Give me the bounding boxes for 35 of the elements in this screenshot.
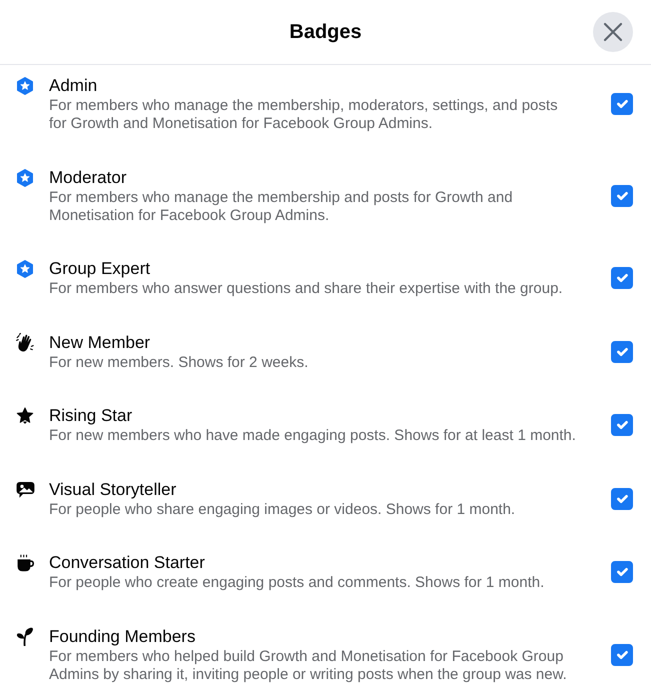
badge-checkbox[interactable] <box>611 488 633 510</box>
coffee-cup-icon <box>16 554 34 572</box>
badge-description: For people who create engaging posts and comments. Shows for 1 month. <box>49 574 546 592</box>
badge-name: Moderator <box>49 166 128 188</box>
image-speech-bubble-icon <box>16 480 35 498</box>
badge-name: Admin <box>49 75 98 97</box>
badge-description: For people who share engaging images or videos. Shows for 1 month. <box>49 500 516 518</box>
badge-description: For members who manage the membership, moderators, settings, and posts for Growth and Monetisation for Facebook Group Admins. <box>49 97 559 133</box>
badge-description: For new members who have made engaging posts. Shows for at least 1 month. <box>49 427 577 445</box>
badge-name: Conversation Starter <box>49 552 206 574</box>
badge-description: For members who helped build Growth and Monetisation for Facebook Group Admins by sharing it, inviting people or writing posts when the group was new. <box>49 648 568 684</box>
badge-checkbox[interactable] <box>611 267 633 289</box>
close-button[interactable] <box>593 12 633 52</box>
close-icon <box>603 22 623 42</box>
badge-name: Visual Storyteller <box>49 478 178 500</box>
star-icon <box>16 406 34 426</box>
waving-hand-icon <box>16 333 35 352</box>
badge-checkbox[interactable] <box>611 184 633 206</box>
hexagon-star-icon <box>16 77 34 95</box>
badge-description: For members who answer questions and share their expertise with the group. <box>49 280 564 298</box>
badge-checkbox[interactable] <box>611 414 633 436</box>
hexagon-star-icon <box>16 260 34 278</box>
badge-description: For new members. Shows for 2 weeks. <box>49 354 310 372</box>
badge-checkbox[interactable] <box>611 93 633 115</box>
badge-checkbox[interactable] <box>611 561 633 583</box>
dialog-title: Badges <box>289 20 362 44</box>
sprout-icon <box>16 627 34 646</box>
badge-name: Group Expert <box>49 258 152 280</box>
badge-checkbox[interactable] <box>611 644 633 666</box>
badge-description: For members who manage the membership and posts for Growth and Monetisation for Facebook Group Admins. <box>49 188 514 224</box>
badge-name: Founding Members <box>49 626 196 648</box>
badge-name: Rising Star <box>49 405 134 427</box>
badge-name: New Member <box>49 332 152 354</box>
hexagon-star-icon <box>16 168 34 186</box>
badge-checkbox[interactable] <box>611 340 633 362</box>
